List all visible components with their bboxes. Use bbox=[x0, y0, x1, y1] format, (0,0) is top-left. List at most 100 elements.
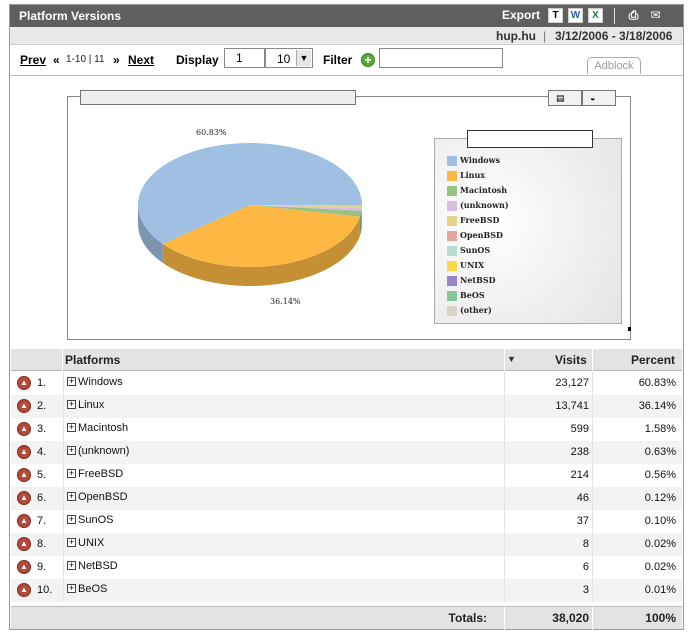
row-rank: 3. bbox=[37, 423, 47, 435]
drilldown-icon[interactable]: ▲ bbox=[17, 514, 31, 528]
add-filter-icon[interactable]: + bbox=[361, 53, 375, 67]
drilldown-icon[interactable]: ▲ bbox=[17, 491, 31, 505]
export-text-icon[interactable]: T bbox=[548, 8, 563, 23]
header-percent[interactable]: Percent bbox=[631, 353, 675, 367]
email-icon[interactable]: ✉ bbox=[648, 8, 663, 23]
expand-icon[interactable]: + bbox=[67, 584, 76, 593]
drilldown-icon[interactable]: ▲ bbox=[17, 468, 31, 482]
export-word-icon[interactable]: W bbox=[568, 8, 583, 23]
bar-chart-toggle-button[interactable]: ▤ bbox=[548, 90, 582, 106]
pie-chart: 60.83% 36.14% bbox=[138, 128, 362, 306]
drilldown-icon[interactable]: ▲ bbox=[17, 445, 31, 459]
legend-swatch bbox=[447, 186, 457, 196]
header-platforms[interactable]: Platforms bbox=[65, 353, 120, 367]
row-percent: 36.14% bbox=[638, 400, 676, 412]
table-row[interactable]: ▲ 5. + FreeBSD 214 0.56% bbox=[11, 464, 682, 487]
expand-icon[interactable]: + bbox=[67, 400, 76, 409]
row-rank: 1. bbox=[37, 377, 47, 389]
prev-link[interactable]: Prev bbox=[20, 53, 46, 67]
legend-swatch bbox=[447, 291, 457, 301]
row-platform-name[interactable]: (unknown) bbox=[78, 445, 129, 457]
expand-icon[interactable]: + bbox=[67, 446, 76, 455]
totals-percent: 100% bbox=[645, 611, 676, 625]
drilldown-icon[interactable]: ▲ bbox=[17, 376, 31, 390]
display-count-select[interactable]: 10 ▼ bbox=[265, 48, 313, 68]
chart-resize-handle[interactable] bbox=[628, 327, 631, 331]
chevron-down-icon[interactable]: ▼ bbox=[296, 50, 311, 66]
display-label: Display bbox=[176, 53, 219, 67]
row-visits: 46 bbox=[576, 492, 589, 504]
row-platform-name[interactable]: FreeBSD bbox=[78, 468, 123, 480]
expand-icon[interactable]: + bbox=[67, 515, 76, 524]
legend-label: NetBSD bbox=[460, 275, 496, 285]
table-row[interactable]: ▲ 6. + OpenBSD 46 0.12% bbox=[11, 487, 682, 510]
row-platform-name[interactable]: BeOS bbox=[78, 583, 107, 595]
legend-label: Windows bbox=[460, 155, 501, 165]
row-percent: 0.02% bbox=[644, 538, 676, 550]
sort-desc-icon[interactable]: ▼ bbox=[507, 354, 516, 364]
expand-icon[interactable]: + bbox=[67, 423, 76, 432]
table-row[interactable]: ▲ 9. + NetBSD 6 0.02% bbox=[11, 556, 682, 579]
pagination-bar: Prev « 1-10 | 11 » Next Display 10 ▼ Fil… bbox=[10, 46, 683, 76]
table-row[interactable]: ▲ 8. + UNIX 8 0.02% bbox=[11, 533, 682, 556]
row-platform-name[interactable]: UNIX bbox=[78, 537, 104, 549]
title-bar: Platform Versions Export T W X ⎙ ✉ bbox=[10, 5, 683, 27]
row-percent: 0.12% bbox=[644, 492, 676, 504]
table-row[interactable]: ▲ 7. + SunOS 37 0.10% bbox=[11, 510, 682, 533]
expand-icon[interactable]: + bbox=[67, 377, 76, 386]
table-row[interactable]: ▲ 3. + Macintosh 599 1.58% bbox=[11, 418, 682, 441]
table-row[interactable]: ▲ 10. + BeOS 3 0.01% bbox=[11, 579, 682, 602]
legend-label: Linux bbox=[460, 170, 486, 180]
drilldown-icon[interactable]: ▲ bbox=[17, 422, 31, 436]
nav-divider bbox=[10, 75, 683, 76]
row-platform-name[interactable]: NetBSD bbox=[78, 560, 118, 572]
row-divider bbox=[63, 487, 64, 510]
row-percent: 60.83% bbox=[638, 377, 676, 389]
table-row[interactable]: ▲ 4. + (unknown) 238 0.63% bbox=[11, 441, 682, 464]
site-name: hup.hu bbox=[496, 29, 536, 43]
print-icon[interactable]: ⎙ bbox=[626, 8, 641, 23]
display-start-input[interactable] bbox=[224, 48, 265, 68]
table-row[interactable]: ▲ 2. + Linux 13,741 36.14% bbox=[11, 395, 682, 418]
expand-icon[interactable]: + bbox=[67, 561, 76, 570]
row-platform-name[interactable]: OpenBSD bbox=[78, 491, 128, 503]
chart-legend: Windows Linux Macintosh (unknown) FreeBSD Ope… bbox=[434, 130, 622, 324]
row-platform-name[interactable]: SunOS bbox=[78, 514, 113, 526]
row-divider bbox=[63, 533, 64, 556]
export-excel-icon[interactable]: X bbox=[588, 8, 603, 23]
pie-chart-toggle-button[interactable]: ◒ bbox=[582, 90, 616, 106]
row-visits: 214 bbox=[570, 469, 589, 481]
header-rank-cell bbox=[11, 349, 63, 371]
row-rank: 7. bbox=[37, 515, 47, 527]
row-divider bbox=[63, 418, 64, 441]
drilldown-icon[interactable]: ▲ bbox=[17, 583, 31, 597]
expand-icon[interactable]: + bbox=[67, 538, 76, 547]
filter-input[interactable] bbox=[379, 48, 503, 68]
drilldown-icon[interactable]: ▲ bbox=[17, 560, 31, 574]
row-visits: 8 bbox=[582, 538, 589, 550]
header-visits[interactable]: Visits bbox=[555, 353, 587, 367]
row-platform-name[interactable]: Linux bbox=[78, 399, 104, 411]
display-count-value: 10 bbox=[277, 52, 291, 66]
legend-swatch bbox=[447, 261, 457, 271]
expand-icon[interactable]: + bbox=[67, 469, 76, 478]
legend-label: (unknown) bbox=[460, 200, 509, 210]
drilldown-icon[interactable]: ▲ bbox=[17, 537, 31, 551]
row-divider bbox=[63, 441, 64, 464]
row-platform-name[interactable]: Macintosh bbox=[78, 422, 128, 434]
row-visits: 238 bbox=[570, 446, 589, 458]
legend-swatch bbox=[447, 306, 457, 316]
legend-label: Macintosh bbox=[460, 185, 508, 195]
prev-arrows[interactable]: « bbox=[53, 53, 60, 67]
table-row[interactable]: ▲ 1. + Windows 23,127 60.83% bbox=[11, 372, 682, 395]
legend-swatch bbox=[447, 276, 457, 286]
tab-adblock[interactable]: Adblock bbox=[587, 57, 641, 74]
next-arrows[interactable]: » bbox=[113, 53, 120, 67]
row-divider bbox=[63, 372, 64, 395]
row-platform-name[interactable]: Windows bbox=[78, 376, 123, 388]
expand-icon[interactable]: + bbox=[67, 492, 76, 501]
next-link[interactable]: Next bbox=[128, 53, 154, 67]
row-rank: 6. bbox=[37, 492, 47, 504]
drilldown-icon[interactable]: ▲ bbox=[17, 399, 31, 413]
legend-swatch bbox=[447, 171, 457, 181]
